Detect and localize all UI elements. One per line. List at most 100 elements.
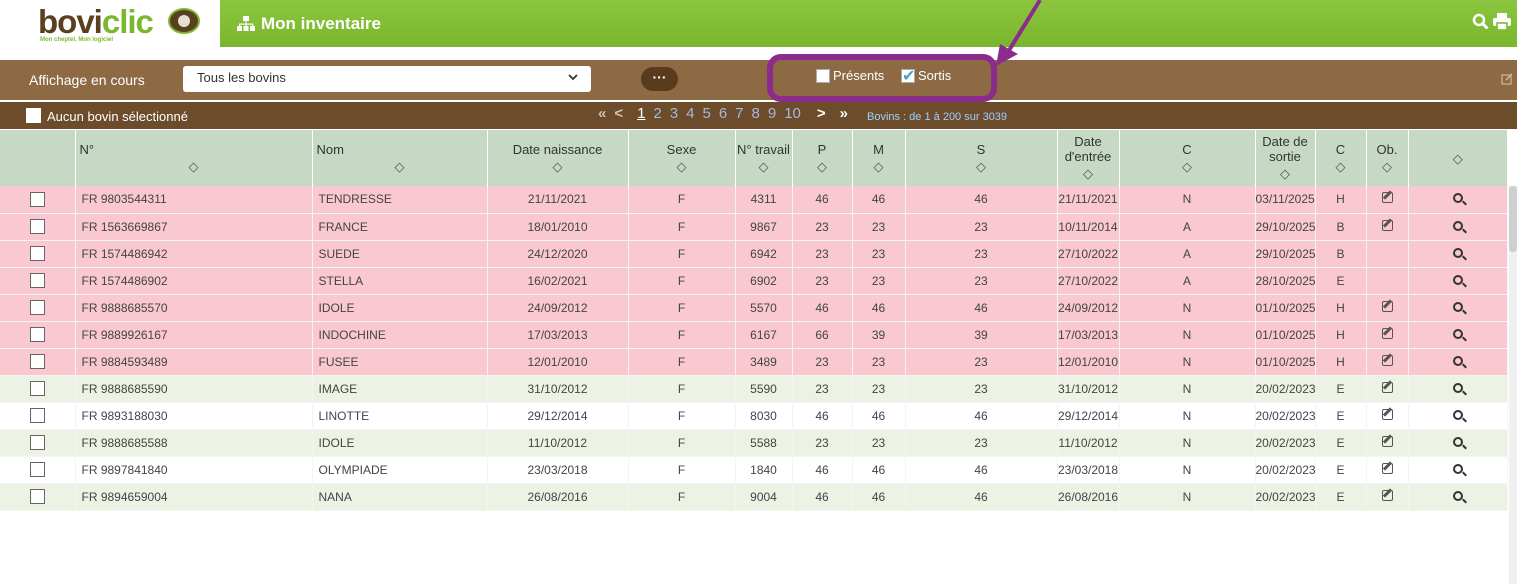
table-row[interactable]: FR 9888685590 IMAGE 31/10/2012 F 5590 23 23 23 3… bbox=[0, 375, 1508, 403]
column-header-ob[interactable]: Ob. ◇ bbox=[1366, 130, 1409, 186]
cell-view[interactable] bbox=[1408, 240, 1508, 268]
sort-icon[interactable]: ◇ bbox=[1256, 166, 1315, 182]
sort-icon[interactable]: ◇ bbox=[629, 159, 735, 175]
column-header-c1[interactable]: C ◇ bbox=[1119, 130, 1256, 186]
search-icon[interactable] bbox=[1472, 13, 1489, 35]
table-row[interactable]: FR 9897841840 OLYMPIADE 23/03/2018 F 1840 46 4… bbox=[0, 456, 1508, 484]
search-icon[interactable] bbox=[1452, 490, 1463, 501]
select-cell[interactable] bbox=[0, 267, 76, 295]
select-cell[interactable] bbox=[0, 429, 76, 457]
page-link[interactable]: 4 bbox=[686, 105, 694, 122]
row-checkbox[interactable] bbox=[29, 354, 45, 370]
last-page-button[interactable]: » bbox=[840, 105, 848, 122]
table-row[interactable]: FR 9889926167 INDOCHINE 17/03/2013 F 6167 66 3… bbox=[0, 321, 1508, 349]
search-icon[interactable] bbox=[1452, 301, 1463, 312]
sort-icon[interactable]: ◇ bbox=[1409, 151, 1508, 167]
select-cell[interactable] bbox=[0, 294, 76, 322]
column-header-travail[interactable]: N° travail ◇ bbox=[735, 130, 793, 186]
page-link[interactable]: 2 bbox=[653, 105, 661, 122]
search-icon[interactable] bbox=[1452, 409, 1463, 420]
select-cell[interactable] bbox=[0, 375, 76, 403]
cell-ob[interactable] bbox=[1366, 348, 1409, 376]
cell-ob[interactable] bbox=[1366, 213, 1409, 241]
row-checkbox[interactable] bbox=[29, 273, 45, 289]
edit-icon[interactable] bbox=[1381, 489, 1393, 501]
select-all-checkbox[interactable] bbox=[26, 108, 41, 123]
sort-icon[interactable]: ◇ bbox=[1058, 166, 1119, 182]
sort-icon[interactable]: ◇ bbox=[906, 159, 1057, 175]
sort-icon[interactable]: ◇ bbox=[793, 159, 852, 175]
sort-icon[interactable]: ◇ bbox=[853, 159, 905, 175]
column-header-sexe[interactable]: Sexe ◇ bbox=[628, 130, 736, 186]
search-icon[interactable] bbox=[1452, 463, 1463, 474]
edit-icon[interactable] bbox=[1381, 192, 1393, 204]
select-cell[interactable] bbox=[0, 348, 76, 376]
cell-ob[interactable] bbox=[1366, 402, 1409, 430]
print-icon[interactable] bbox=[1493, 12, 1511, 35]
cell-ob[interactable] bbox=[1366, 456, 1409, 484]
page-link[interactable]: 3 bbox=[670, 105, 678, 122]
edit-icon[interactable] bbox=[1381, 300, 1393, 312]
table-row[interactable]: FR 9893188030 LINOTTE 29/12/2014 F 8030 46 46 4… bbox=[0, 402, 1508, 430]
cell-view[interactable] bbox=[1408, 483, 1508, 511]
cell-view[interactable] bbox=[1408, 213, 1508, 241]
table-row[interactable]: FR 9894659004 NANA 26/08/2016 F 9004 46 46 46 26… bbox=[0, 483, 1508, 511]
table-row[interactable]: FR 9888685570 IDOLE 24/09/2012 F 5570 46 46 46 2… bbox=[0, 294, 1508, 322]
more-options-button[interactable]: ··· bbox=[641, 67, 678, 91]
select-cell[interactable] bbox=[0, 402, 76, 430]
select-cell[interactable] bbox=[0, 186, 76, 214]
cell-view[interactable] bbox=[1408, 186, 1508, 214]
filter-select[interactable]: Tous les bovins bbox=[183, 66, 591, 92]
column-header-m[interactable]: M ◇ bbox=[852, 130, 906, 186]
scrollbar-thumb[interactable] bbox=[1509, 186, 1517, 252]
edit-icon[interactable] bbox=[1381, 381, 1393, 393]
search-icon[interactable] bbox=[1452, 247, 1463, 258]
sort-icon[interactable]: ◇ bbox=[1120, 159, 1255, 175]
search-icon[interactable] bbox=[1452, 220, 1463, 231]
column-header-entree[interactable]: Date d'entrée ◇ bbox=[1057, 130, 1120, 186]
column-header-naissance[interactable]: Date naissance ◇ bbox=[487, 130, 629, 186]
row-checkbox[interactable] bbox=[29, 381, 45, 397]
page-link[interactable]: 10 bbox=[784, 105, 801, 122]
cell-view[interactable] bbox=[1408, 456, 1508, 484]
select-cell[interactable] bbox=[0, 240, 76, 268]
row-checkbox[interactable] bbox=[29, 327, 45, 343]
sort-icon[interactable]: ◇ bbox=[736, 159, 792, 175]
table-row[interactable]: FR 9884593489 FUSEE 12/01/2010 F 3489 23 23 23 1… bbox=[0, 348, 1508, 376]
search-icon[interactable] bbox=[1452, 274, 1463, 285]
table-row[interactable]: FR 1574486942 SUEDE 24/12/2020 F 6942 23 23 23 2… bbox=[0, 240, 1508, 268]
table-row[interactable]: FR 1574486902 STELLA 16/02/2021 F 6902 23 23 23… bbox=[0, 267, 1508, 295]
table-row[interactable]: FR 1563669867 FRANCE 18/01/2010 F 9867 23 23 23… bbox=[0, 213, 1508, 241]
column-header-sortie[interactable]: Date de sortie ◇ bbox=[1255, 130, 1316, 186]
search-icon[interactable] bbox=[1452, 436, 1463, 447]
edit-icon[interactable] bbox=[1381, 219, 1393, 231]
cell-view[interactable] bbox=[1408, 321, 1508, 349]
page-link[interactable]: 6 bbox=[719, 105, 727, 122]
table-row[interactable]: FR 9803544311 TENDRESSE 21/11/2021 F 4311 46 4… bbox=[0, 186, 1508, 214]
page-link[interactable]: 1 bbox=[637, 105, 645, 122]
row-checkbox[interactable] bbox=[29, 489, 45, 505]
row-checkbox[interactable] bbox=[29, 462, 45, 478]
edit-icon[interactable] bbox=[1501, 73, 1513, 88]
edit-icon[interactable] bbox=[1381, 408, 1393, 420]
sort-icon[interactable]: ◇ bbox=[488, 159, 628, 175]
row-checkbox[interactable] bbox=[29, 219, 45, 235]
page-link[interactable]: 8 bbox=[752, 105, 760, 122]
page-link[interactable]: 7 bbox=[735, 105, 743, 122]
select-cell[interactable] bbox=[0, 321, 76, 349]
column-header-actions[interactable]: ◇ bbox=[1408, 130, 1508, 186]
sort-icon[interactable]: ◇ bbox=[313, 159, 487, 175]
first-page-button[interactable]: « bbox=[598, 105, 606, 122]
cell-ob[interactable] bbox=[1366, 429, 1409, 457]
search-icon[interactable] bbox=[1452, 355, 1463, 366]
cell-view[interactable] bbox=[1408, 294, 1508, 322]
select-cell[interactable] bbox=[0, 483, 76, 511]
cell-ob[interactable] bbox=[1366, 375, 1409, 403]
edit-icon[interactable] bbox=[1381, 462, 1393, 474]
cell-view[interactable] bbox=[1408, 348, 1508, 376]
edit-icon[interactable] bbox=[1381, 435, 1393, 447]
cell-view[interactable] bbox=[1408, 375, 1508, 403]
cell-ob[interactable] bbox=[1366, 186, 1409, 214]
table-row[interactable]: FR 9888685588 IDOLE 11/10/2012 F 5588 23 23 23 1… bbox=[0, 429, 1508, 457]
select-cell[interactable] bbox=[0, 456, 76, 484]
